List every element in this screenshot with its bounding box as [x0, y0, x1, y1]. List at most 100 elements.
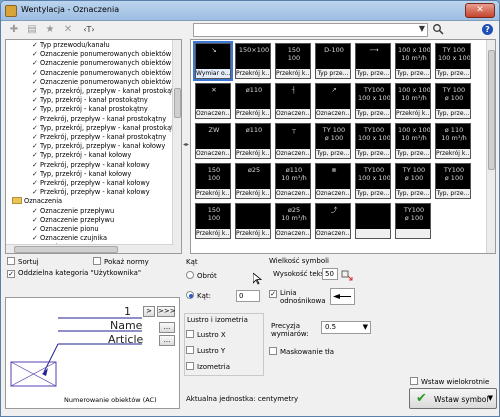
- symbol-tile[interactable]: ⟶ Typ, prze…: [355, 43, 391, 79]
- scroll-thumb[interactable]: [488, 50, 495, 170]
- tree-item[interactable]: ✓ Oznaczenie przepływu: [32, 216, 114, 225]
- symbol-tile[interactable]: D-100 Typ prze…: [315, 43, 351, 79]
- insert-multiple-option[interactable]: Wstaw wielokrotnie: [410, 377, 489, 386]
- tree-item[interactable]: ✓ Typ przewodu/kanału: [32, 41, 110, 50]
- insert-multiple-checkbox[interactable]: [410, 377, 418, 385]
- symbol-tile[interactable]: TY 100 ø 100 Typ, prze…: [435, 83, 471, 119]
- symbol-tile[interactable]: 100 x 100 10 m³/h Przekrój k…: [395, 83, 431, 119]
- text-size-icon[interactable]: [341, 269, 353, 281]
- isometry-checkbox[interactable]: [186, 362, 194, 370]
- symbol-tile[interactable]: TY100 ø 100 Typ, prze…: [435, 163, 471, 199]
- star-icon[interactable]: ★: [43, 23, 57, 37]
- text-format-icon[interactable]: ‹T›: [79, 23, 99, 37]
- symbol-tile[interactable]: 150 100 Przekrój k…: [195, 163, 231, 199]
- rotation-radio[interactable]: [186, 271, 194, 279]
- symbol-tile[interactable]: TY100 ø 100: [395, 203, 431, 239]
- mirror-y-checkbox[interactable]: [186, 346, 194, 354]
- tree-horizontal-scrollbar[interactable]: [6, 244, 173, 253]
- help-icon[interactable]: ?: [482, 24, 493, 35]
- mirror-x-checkbox[interactable]: [186, 330, 194, 338]
- symbol-gallery[interactable]: ↘ Wymiar o… 150×100 Przekrój k… 150 100 Przek…: [190, 39, 496, 254]
- symbol-tile[interactable]: TY 100 ø 100 Typ, prze…: [315, 123, 351, 159]
- close-button[interactable]: ✕: [465, 3, 495, 18]
- leader-line-checkbox[interactable]: ✓: [269, 290, 277, 298]
- symbol-tile[interactable]: ZW Oznaczen…: [195, 123, 231, 159]
- separate-category-option[interactable]: ✓ Oddzielna kategoria "Użytkownika": [7, 269, 141, 278]
- text-height-input[interactable]: 50: [322, 268, 338, 280]
- mask-checkbox[interactable]: [269, 347, 277, 355]
- symbol-tile[interactable]: ✕ Oznaczen…: [195, 83, 231, 119]
- leader-style-button[interactable]: [330, 288, 355, 305]
- copy-icon[interactable]: ▤: [25, 23, 39, 37]
- symbol-tile[interactable]: ø 110 10 m³/h Przekrój k…: [435, 123, 471, 159]
- tree-item[interactable]: ✓ Typ, przekrój - kanał prostokątny: [32, 105, 148, 114]
- symbol-tile[interactable]: ↘ Wymiar o…: [193, 41, 233, 81]
- tree-item[interactable]: ✓ Oznaczenie przepływu: [32, 207, 114, 216]
- leader-line-option[interactable]: ✓ Linia odnośnikowa: [269, 289, 330, 305]
- symbol-tile[interactable]: TY100 100 x 100 Typ, prze…: [355, 83, 391, 119]
- symbol-tile[interactable]: 100 x 100 10 m³/h Typ, prze…: [395, 43, 431, 79]
- next-button[interactable]: >: [143, 306, 155, 317]
- tree-item[interactable]: ✓ Oznaczenie ponumerowanych obiektów: [32, 59, 171, 68]
- symbol-tile[interactable]: 150 100 Przekrój k…: [195, 203, 231, 239]
- symbol-tile[interactable]: ┤ Oznaczen…: [275, 83, 311, 119]
- sort-option[interactable]: Sortuj: [7, 257, 39, 266]
- tree-item[interactable]: ✓ Oznaczenie czujnika: [32, 234, 107, 243]
- article-more-button[interactable]: ...: [159, 335, 175, 346]
- angle-option[interactable]: Kąt:: [186, 291, 211, 300]
- search-icon[interactable]: [432, 23, 444, 35]
- insert-symbol-button[interactable]: ✔ Wstaw symbol ▼: [409, 388, 497, 409]
- mask-option[interactable]: Maskowanie tła: [269, 347, 334, 356]
- symbol-tile[interactable]: [355, 203, 391, 239]
- symbol-tile[interactable]: ┬ Oznaczen…: [275, 123, 311, 159]
- tree-item[interactable]: ✓ Przekrój, przepływ - kanał prostokątny: [32, 133, 166, 142]
- isometry-option[interactable]: Izometria: [186, 362, 230, 371]
- name-more-button[interactable]: ...: [159, 322, 175, 333]
- tree-item[interactable]: ✓ Przekrój, przepływ - kanał kołowy: [32, 161, 150, 170]
- tree-item[interactable]: ✓ Oznaczenie ponumerowanych obiektów: [32, 78, 171, 87]
- angle-input[interactable]: 0: [236, 290, 260, 302]
- category-tree[interactable]: ✓ Typ przewodu/kanału ✓ Oznaczenie ponumero…: [5, 39, 182, 254]
- tree-item[interactable]: ✓ Oznaczenie ponumerowanych obiektów: [32, 50, 171, 59]
- symbol-tile[interactable]: TY 100 100 x 100 Typ, prze…: [435, 43, 471, 79]
- precision-dropdown[interactable]: 0.5 ▼: [321, 321, 371, 334]
- tree-vertical-scrollbar[interactable]: [172, 40, 181, 253]
- symbol-tile[interactable]: 150×100 Przekrój k…: [235, 43, 271, 79]
- symbol-tile[interactable]: ø25 10 m³/h Oznaczen…: [275, 203, 311, 239]
- sort-checkbox[interactable]: [7, 257, 15, 265]
- gallery-scrollbar[interactable]: [486, 40, 495, 253]
- tree-item[interactable]: ✓ Typ, przekrój, przepływ - kanał kołowy: [32, 142, 165, 151]
- scroll-thumb[interactable]: [174, 88, 181, 118]
- scroll-thumb[interactable]: [14, 246, 118, 253]
- symbol-tile[interactable]: TY100 100 x 100 Typ, prze…: [355, 123, 391, 159]
- symbol-tile[interactable]: ⤴ Oznaczen…: [315, 203, 351, 239]
- show-norms-option[interactable]: Pokaż normy: [93, 257, 149, 266]
- tree-folder[interactable]: Oznaczenia: [12, 197, 62, 206]
- mirror-y-option[interactable]: Lustro Y: [186, 346, 225, 355]
- symbol-tile[interactable]: 100 x 100 10 m³/h Typ, prze…: [395, 123, 431, 159]
- symbol-tile[interactable]: 150 100 Przekrój k…: [275, 43, 311, 79]
- mirror-x-option[interactable]: Lustro X: [186, 330, 226, 339]
- symbol-tile[interactable]: ø110 Przekrój k…: [235, 123, 271, 159]
- chevron-down-icon[interactable]: ▼: [488, 394, 493, 402]
- tree-item[interactable]: ✓ Przekrój, przepływ - kanał kołowy: [32, 188, 150, 197]
- rotation-option[interactable]: Obrót: [186, 271, 217, 280]
- symbol-tile[interactable]: TY100 100 x 100 Typ, prze…: [355, 163, 391, 199]
- angle-radio[interactable]: [186, 291, 194, 299]
- tree-item[interactable]: ✓ Typ, przekrój - kanał prostokątny: [32, 96, 148, 105]
- symbol-tile[interactable]: ⊗ Oznaczen…: [315, 163, 351, 199]
- tree-item[interactable]: ✓ Typ, przekrój, przepływ - kanał prostok…: [32, 87, 181, 96]
- symbol-tile[interactable]: ø110 Przekrój k…: [235, 83, 271, 119]
- splitter-handle[interactable]: ◂▸: [183, 141, 189, 153]
- symbol-tile[interactable]: ø110 10 m³/h Oznaczen…: [275, 163, 311, 199]
- tree-item[interactable]: ✓ Typ, przekrój, przepływ - kanał prostok…: [32, 124, 181, 133]
- tree-item[interactable]: ✓ Oznaczenie pionu: [32, 225, 99, 234]
- symbol-tile[interactable]: ø25 Przekrój k…: [235, 163, 271, 199]
- tree-item[interactable]: ✓ Oznaczenie ponumerowanych obiektów: [32, 69, 171, 78]
- tree-item[interactable]: ✓ Typ, przekrój - kanał kołowy: [32, 151, 131, 160]
- show-norms-checkbox[interactable]: [93, 257, 101, 265]
- last-button[interactable]: >>>: [157, 306, 176, 317]
- x-icon[interactable]: ✕: [61, 23, 75, 37]
- symbol-tile[interactable]: ↗ Oznaczen…: [315, 83, 351, 119]
- separate-category-checkbox[interactable]: ✓: [7, 270, 15, 278]
